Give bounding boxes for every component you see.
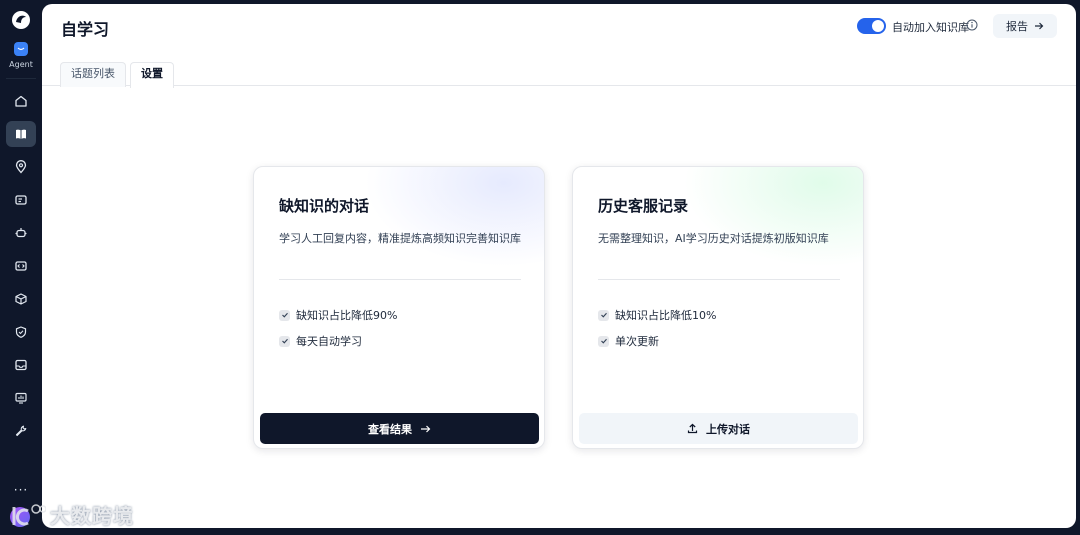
book-icon [16,129,26,139]
sidebar-item-cube[interactable] [6,286,36,312]
sidebar-item-knowledge[interactable] [6,120,36,147]
check-icon [279,335,290,347]
feature-text: 缺知识占比降低90% [296,309,398,322]
main-panel: 自学习 自动加入知识库 报告 话题列表 设置 缺知识的对话 学习人工回复内容，精… [42,4,1076,528]
watermark: 大数跨境 [8,500,134,529]
agent-label: Agent [9,60,33,69]
card-title: 缺知识的对话 [279,197,370,215]
location-pin-icon [15,159,27,173]
sidebar-item-analytics[interactable] [6,385,36,411]
card-divider [279,279,521,280]
card-description: 学习人工回复内容，精准提炼高频知识完善知识库 [279,232,521,245]
page-title: 自学习 [61,20,110,39]
feature-item: 单次更新 [598,333,659,349]
more-menu-icon[interactable]: ··· [0,483,42,497]
feature-text: 缺知识占比降低10% [615,309,717,322]
sidebar-item-tools[interactable] [6,418,36,444]
sidebar-item-home[interactable] [6,88,36,114]
app-logo-icon[interactable] [11,10,31,30]
sidebar: Agent ··· [0,0,42,535]
sidebar-item-shield[interactable] [6,319,36,345]
auto-add-toggle[interactable] [857,18,886,34]
info-icon[interactable] [966,19,978,31]
sidebar-divider [6,78,36,79]
feature-text: 单次更新 [615,335,659,348]
tab-topic-list[interactable]: 话题列表 [60,62,126,87]
card-history-records: 历史客服记录 无需整理知识，AI学习历史对话提炼初版知识库 缺知识占比降低10%… [572,166,864,449]
agent-switcher[interactable]: Agent [9,42,33,69]
card-divider [598,279,840,280]
card-description: 无需整理知识，AI学习历史对话提炼初版知识库 [598,232,829,245]
card-glow [683,167,863,267]
sidebar-item-code[interactable] [6,253,36,279]
feature-item: 每天自动学习 [279,333,362,349]
card-missing-knowledge: 缺知识的对话 学习人工回复内容，精准提炼高频知识完善知识库 缺知识占比降低90%… [253,166,545,449]
sidebar-item-robot[interactable] [6,220,36,246]
feature-item: 缺知识占比降低90% [279,307,397,323]
inbox-icon [15,359,27,370]
view-results-button-label: 查看结果 [368,422,412,436]
upload-conversations-button[interactable]: 上传对话 [579,413,858,444]
watermark-text: 大数跨境 [50,504,134,528]
arrow-right-icon [1035,22,1044,30]
check-icon [598,309,609,321]
arrow-right-icon [421,425,431,432]
sidebar-nav [6,84,36,447]
tab-bar: 话题列表 设置 [42,60,1076,88]
card-title: 历史客服记录 [598,197,689,215]
check-icon [598,335,609,347]
toggle-knob [872,20,884,32]
page-header: 自学习 自动加入知识库 报告 [42,4,1076,52]
sidebar-item-ticket[interactable] [6,187,36,213]
report-button[interactable]: 报告 [993,14,1057,38]
wrench-icon [15,425,27,436]
auto-add-toggle-label: 自动加入知识库 [892,21,969,34]
ticket-icon [15,194,27,205]
cube-icon [15,292,27,305]
view-results-button[interactable]: 查看结果 [260,413,539,444]
code-icon [15,260,27,271]
feature-text: 每天自动学习 [296,335,362,348]
check-icon [279,309,290,321]
upload-icon [687,423,698,434]
sidebar-item-inbox[interactable] [6,352,36,378]
feature-item: 缺知识占比降低10% [598,307,716,323]
analytics-icon [15,392,27,404]
robot-icon [15,227,27,237]
watermark-logo-icon [12,503,46,525]
home-icon [15,95,27,107]
card-glow [364,167,544,267]
agent-icon [14,42,28,56]
sidebar-item-location[interactable] [6,154,36,180]
shield-icon [15,325,27,338]
report-button-label: 报告 [1006,20,1028,33]
tab-settings[interactable]: 设置 [130,62,174,88]
upload-conversations-button-label: 上传对话 [706,422,750,436]
